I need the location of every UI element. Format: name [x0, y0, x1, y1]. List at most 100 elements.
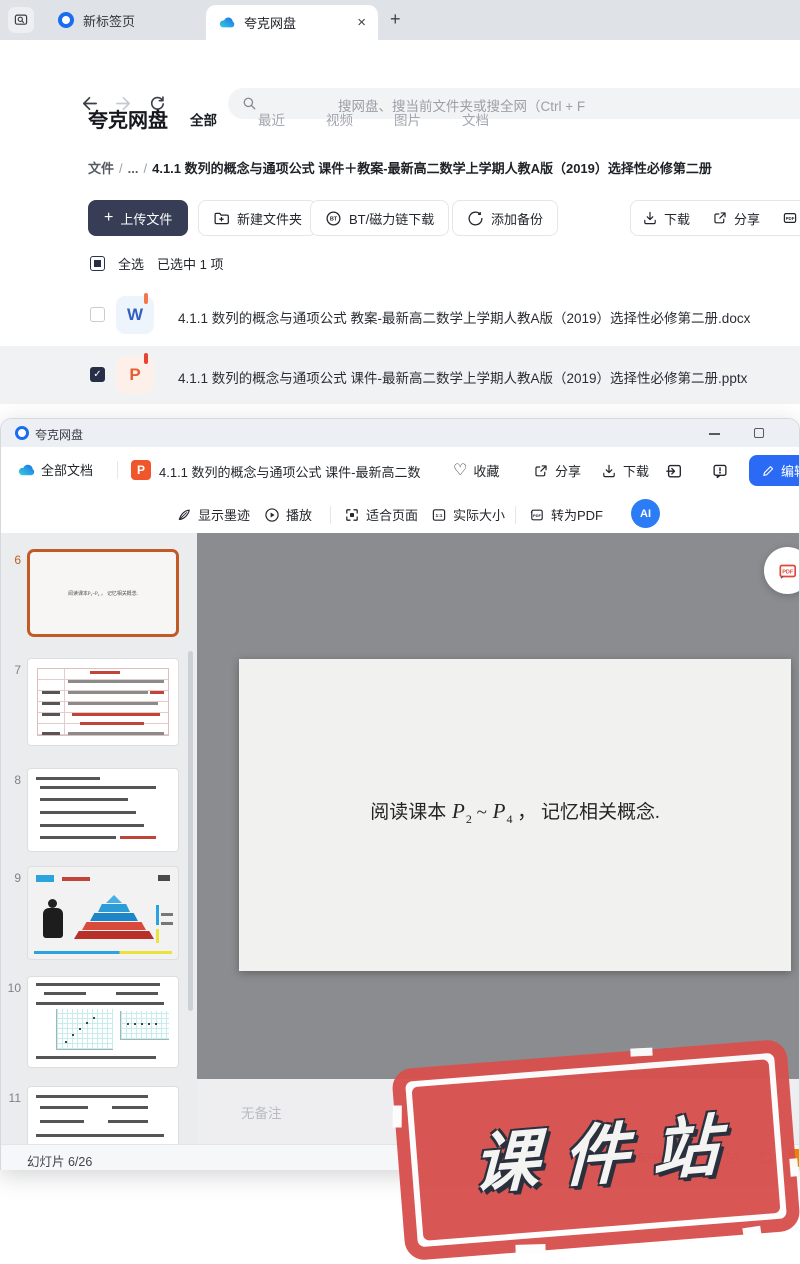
thumb-number-6: 6: [14, 553, 21, 567]
pdf-icon: PDF: [783, 213, 797, 223]
slide-thumbnail-9[interactable]: [28, 867, 178, 959]
thumb-number-11: 11: [8, 1091, 21, 1105]
fit-page-button[interactable]: 适合页面: [344, 505, 418, 524]
all-docs-button[interactable]: 全部文档: [17, 460, 93, 479]
new-folder-button[interactable]: 新建文件夹: [198, 200, 318, 236]
mini-chart: [56, 1009, 113, 1050]
watermark-stamp: 课件站: [391, 1038, 800, 1262]
to-pdf-button[interactable]: PDF 转为PDF: [529, 505, 603, 524]
slide-thumbnail-10[interactable]: [28, 977, 178, 1067]
file-row-pptx[interactable]: ✓ P 4.1.1 数列的概念与通项公式 课件-最新高二数学上学期人教A版（20…: [0, 346, 800, 404]
minimize-button[interactable]: [709, 433, 720, 435]
select-all-checkbox[interactable]: [90, 256, 105, 271]
download-icon: [603, 464, 615, 477]
window-titlebar[interactable]: 夸克网盘: [1, 419, 799, 447]
new-tab-button[interactable]: +: [390, 9, 401, 30]
slide-thumbnail-6[interactable]: 阅读课本P₂~P₄ ， 记忆相关概念.: [27, 549, 179, 637]
thumb-number-10: 10: [7, 981, 21, 995]
mini-chart: [120, 1011, 169, 1040]
notes-placeholder: 无备注: [241, 1106, 282, 1121]
convert-pdf-button[interactable]: PDF 转为: [771, 209, 800, 228]
tab-doc[interactable]: 文档: [462, 109, 489, 129]
tab-label: 新标签页: [83, 13, 136, 29]
selection-actions-group: 下载 分享 PDF 转为: [630, 200, 800, 236]
share-icon: [714, 212, 726, 224]
window-search-button[interactable]: [8, 7, 34, 33]
svg-text:BT: BT: [330, 216, 338, 222]
maximize-button[interactable]: [754, 428, 764, 438]
browser-tab-newtab[interactable]: 新标签页: [44, 0, 149, 40]
plus-icon: +: [104, 209, 114, 226]
window-search-icon: [14, 14, 28, 25]
stamp-fill: 课件站: [411, 1059, 781, 1241]
edit-button[interactable]: 编辑: [749, 455, 799, 486]
bt-icon: BT: [326, 210, 341, 226]
play-button[interactable]: 播放: [264, 505, 312, 524]
tab-image[interactable]: 图片: [394, 109, 421, 129]
play-icon: [265, 507, 279, 522]
document-title: 4.1.1 数列的概念与通项公式 课件-最新高二数: [159, 465, 421, 480]
slide-counter: 幻灯片 6/26: [27, 1155, 93, 1169]
ai-assistant-button[interactable]: AI: [631, 499, 660, 528]
share-button[interactable]: 分享: [701, 209, 771, 228]
share-button[interactable]: 分享: [533, 461, 581, 480]
breadcrumb: 文件 /.../4.1.1 数列的概念与通项公式 课件＋教案-最新高二数学上学期人…: [88, 161, 712, 176]
page-title: 夸克网盘: [88, 110, 168, 132]
download-button[interactable]: 下载: [601, 461, 649, 480]
slide-thumbnail-7[interactable]: [28, 659, 178, 745]
pencil-icon: [763, 465, 774, 476]
save-to-drive-icon: [666, 464, 681, 478]
download-button[interactable]: 下载: [631, 209, 701, 228]
slide-text: 阅读课本 P2 ~ P4 ， 记忆相关概念.: [370, 799, 660, 826]
browser-tab-quark-drive[interactable]: 夸克网盘 ×: [206, 5, 378, 40]
breadcrumb-ellipsis[interactable]: ...: [128, 161, 139, 176]
search-icon: [242, 96, 257, 111]
select-all-label[interactable]: 全选: [118, 254, 144, 273]
svg-text:1:1: 1:1: [436, 513, 443, 519]
quark-cloud-icon: [18, 464, 35, 475]
tab-recent[interactable]: 最近: [258, 109, 285, 129]
divider: [117, 461, 118, 479]
browser-navbar: 搜网盘、搜当前文件夹或搜全网（Ctrl + F: [0, 40, 800, 119]
quark-browser-logo-icon: [58, 12, 74, 28]
ink-pen-icon: [178, 509, 190, 520]
viewer-controls-bar: 显示墨迹 播放 适合页面 1:1 实际大小 PDF 转为PDF: [1, 494, 799, 533]
row-checkbox[interactable]: ✓: [90, 367, 105, 382]
fit-page-icon: [346, 508, 358, 521]
browser-tab-strip: 新标签页 夸克网盘 × +: [0, 0, 800, 40]
svg-text:PDF: PDF: [786, 216, 795, 221]
save-to-drive-button[interactable]: [665, 462, 683, 480]
file-tag-icon: [144, 353, 148, 364]
slide-page[interactable]: 阅读课本 P2 ~ P4 ， 记忆相关概念.: [239, 659, 791, 971]
file-name[interactable]: 4.1.1 数列的概念与通项公式 课件-最新高二数学上学期人教A版（2019）选…: [178, 367, 747, 387]
file-row-docx[interactable]: W 4.1.1 数列的概念与通项公式 教案-最新高二数学上学期人教A版（2019…: [0, 286, 800, 344]
divider: [330, 506, 331, 524]
quark-cloud-icon: [219, 17, 235, 28]
thumb6-text: 阅读课本P₂~P₄ ， 记忆相关概念.: [68, 590, 138, 597]
slide-thumbnail-8[interactable]: [28, 769, 178, 851]
actual-size-button[interactable]: 1:1 实际大小: [431, 505, 505, 524]
file-name[interactable]: 4.1.1 数列的概念与通项公式 教案-最新高二数学上学期人教A版（2019）选…: [178, 307, 750, 327]
favorite-button[interactable]: ♡ 收藏: [453, 461, 499, 480]
tab-all[interactable]: 全部: [190, 109, 217, 129]
thumb-number-7: 7: [14, 663, 21, 677]
select-all-row: 全选 已选中 1 项: [90, 254, 223, 273]
breadcrumb-current: 4.1.1 数列的概念与通项公式 课件＋教案-最新高二数学上学期人教A版（201…: [152, 161, 712, 176]
svg-text:PDF: PDF: [533, 512, 542, 517]
bt-magnet-download-button[interactable]: BT BT/磁力链下载: [310, 200, 450, 236]
divider: [515, 506, 516, 524]
backup-icon: [468, 211, 483, 226]
feedback-button[interactable]: [711, 462, 729, 480]
thumbnail-scrollbar[interactable]: [188, 651, 193, 1011]
tab-video[interactable]: 视频: [326, 109, 353, 129]
svg-text:PDF: PDF: [782, 569, 794, 575]
file-tag-icon: [144, 293, 148, 304]
quark-app-icon: [15, 426, 29, 440]
tab-close-icon[interactable]: ×: [357, 15, 366, 30]
upload-file-button[interactable]: + 上传文件: [88, 200, 189, 236]
breadcrumb-root[interactable]: 文件: [88, 161, 114, 176]
show-ink-button[interactable]: 显示墨迹: [176, 505, 250, 524]
row-checkbox[interactable]: [90, 307, 105, 322]
stamp-text: 课件站: [472, 1106, 744, 1202]
add-backup-button[interactable]: 添加备份: [452, 200, 559, 236]
